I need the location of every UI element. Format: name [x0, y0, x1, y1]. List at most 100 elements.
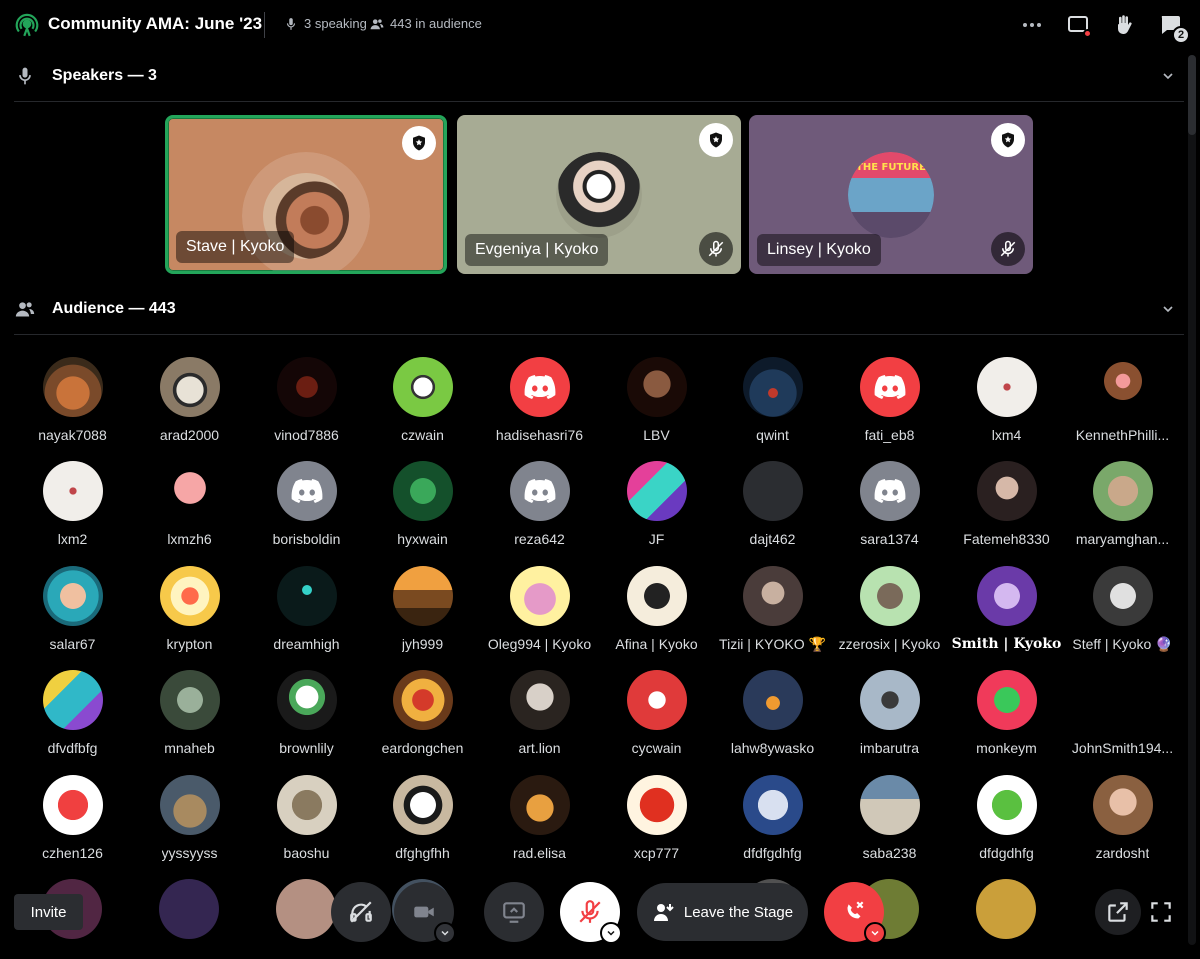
avatar	[159, 775, 220, 835]
audience-member[interactable]: maryamghan...	[1064, 461, 1181, 561]
microphone-off-icon	[1000, 240, 1016, 257]
audience-member[interactable]: borisboldin	[248, 461, 365, 561]
raise-hand-button[interactable]	[1108, 10, 1140, 40]
audience-member[interactable]: Steff | Kyoko 🔮	[1064, 566, 1181, 666]
audience-member[interactable]: czhen126	[14, 775, 131, 875]
popout-button[interactable]	[1095, 889, 1141, 935]
avatar[interactable]	[159, 879, 219, 939]
avatar	[392, 670, 453, 730]
speaker-name: Evgeniya | Kyoko	[465, 234, 609, 266]
audience-member[interactable]: dfdfgdhfg	[714, 775, 831, 875]
audience-member[interactable]: zzerosix | Kyoko	[831, 566, 948, 666]
leave-stage-button[interactable]: Leave the Stage	[637, 883, 808, 941]
avatar	[626, 357, 687, 417]
fullscreen-button[interactable]	[1140, 889, 1182, 935]
audience-member[interactable]: cycwain	[598, 670, 715, 770]
audience-member[interactable]: lxm2	[14, 461, 131, 561]
audience-name: arad2000	[159, 427, 220, 443]
screen-share-button[interactable]	[484, 882, 544, 942]
audience-member[interactable]: czwain	[364, 357, 481, 457]
more-button[interactable]	[1016, 10, 1048, 40]
audience-member[interactable]: art.lion	[481, 670, 598, 770]
mute-button[interactable]	[560, 882, 622, 944]
scrollbar-thumb[interactable]	[1188, 55, 1196, 135]
audience-member[interactable]: mnaheb	[131, 670, 248, 770]
audience-member[interactable]: Oleg994 | Kyoko	[481, 566, 598, 666]
audience-member[interactable]: hyxwain	[364, 461, 481, 561]
audience-member[interactable]: Fatemeh8330	[948, 461, 1065, 561]
inbox-button[interactable]: 2	[1154, 10, 1190, 44]
audience-member[interactable]: baoshu	[248, 775, 365, 875]
audience-member[interactable]: rad.elisa	[481, 775, 598, 875]
audience-member[interactable]: eardongchen	[364, 670, 481, 770]
audience-member[interactable]: KennethPhilli...	[1064, 357, 1181, 457]
speaker-tile[interactable]: Stave | Kyoko	[165, 115, 447, 274]
audience-member[interactable]: saba238	[831, 775, 948, 875]
audience-member[interactable]: xcp777	[598, 775, 715, 875]
audience-member[interactable]: nayak7088	[14, 357, 131, 457]
audience-member[interactable]: fati_eb8	[831, 357, 948, 457]
audience-name: zardosht	[1095, 845, 1150, 861]
avatar	[392, 461, 453, 521]
audience-member[interactable]: vinod7886	[248, 357, 365, 457]
audience-member[interactable]: LBV	[598, 357, 715, 457]
discord-logo-icon	[874, 375, 905, 399]
audience-member[interactable]: sara1374	[831, 461, 948, 561]
scrollbar-track[interactable]	[1188, 55, 1196, 945]
audience-member[interactable]: dreamhigh	[248, 566, 365, 666]
disconnect-options-button[interactable]	[864, 922, 886, 944]
avatar[interactable]	[976, 879, 1036, 939]
speaker-tile[interactable]: THE FUTURE Linsey | Kyoko	[749, 115, 1033, 274]
avatar	[42, 775, 103, 835]
audience-member[interactable]: monkeym	[948, 670, 1065, 770]
audience-member[interactable]: JF	[598, 461, 715, 561]
speakers-section-header[interactable]: Speakers — 3	[0, 51, 1184, 101]
audience-member[interactable]: yyssyyss	[131, 775, 248, 875]
audience-member[interactable]: dfghgfhh	[364, 775, 481, 875]
chevron-down-icon[interactable]	[1160, 68, 1176, 84]
audience-member[interactable]: salar67	[14, 566, 131, 666]
moderator-badge	[402, 126, 436, 160]
speaker-tile[interactable]: Evgeniya | Kyoko	[457, 115, 741, 274]
avatar[interactable]	[276, 879, 336, 939]
audience-divider	[14, 334, 1184, 335]
invite-button[interactable]: Invite	[14, 894, 83, 930]
audience-member[interactable]: hadisehasri76	[481, 357, 598, 457]
audience-member[interactable]: reza642	[481, 461, 598, 561]
audience-member[interactable]: qwint	[714, 357, 831, 457]
avatar	[976, 461, 1037, 521]
audience-name: dfvdfbfg	[47, 740, 98, 756]
stage-channel-icon	[15, 13, 39, 37]
chevron-down-icon[interactable]	[1160, 301, 1176, 317]
audience-member[interactable]: lahw8ywasko	[714, 670, 831, 770]
audience-member[interactable]: JohnSmith194...	[1064, 670, 1181, 770]
disconnect-button[interactable]	[824, 882, 886, 944]
audience-member[interactable]: arad2000	[131, 357, 248, 457]
avatar	[42, 670, 103, 730]
audience-member[interactable]: lxm4	[948, 357, 1065, 457]
audience-member[interactable]: dajt462	[714, 461, 831, 561]
audience-count: 443 in audience	[370, 16, 482, 31]
audience-member[interactable]: imbarutra	[831, 670, 948, 770]
audience-member[interactable]: Tizii | KYOKO 🏆	[714, 566, 831, 666]
audience-member[interactable]: krypton	[131, 566, 248, 666]
audience-member[interactable]: lxmzh6	[131, 461, 248, 561]
audience-member[interactable]: zardosht	[1064, 775, 1181, 875]
camera-options-button[interactable]	[434, 922, 456, 944]
stream-button[interactable]	[1062, 10, 1094, 40]
audience-name: zzerosix | Kyoko	[838, 636, 941, 652]
deafen-button[interactable]	[331, 882, 391, 942]
audience-member[interactable]: Smith | Kyoko	[948, 566, 1065, 666]
discord-logo-icon	[291, 479, 322, 503]
audience-section-header[interactable]: Audience — 443	[0, 284, 1184, 334]
audience-member[interactable]: brownlily	[248, 670, 365, 770]
audience-member[interactable]: Afina | Kyoko	[598, 566, 715, 666]
audience-member[interactable]: jyh999	[364, 566, 481, 666]
avatar	[626, 670, 687, 730]
audience-member[interactable]: dfvdfbfg	[14, 670, 131, 770]
avatar	[276, 566, 337, 626]
avatar	[392, 775, 453, 835]
audience-member[interactable]: dfdgdhfg	[948, 775, 1065, 875]
mic-options-button[interactable]	[600, 922, 622, 944]
camera-button[interactable]	[394, 882, 456, 944]
